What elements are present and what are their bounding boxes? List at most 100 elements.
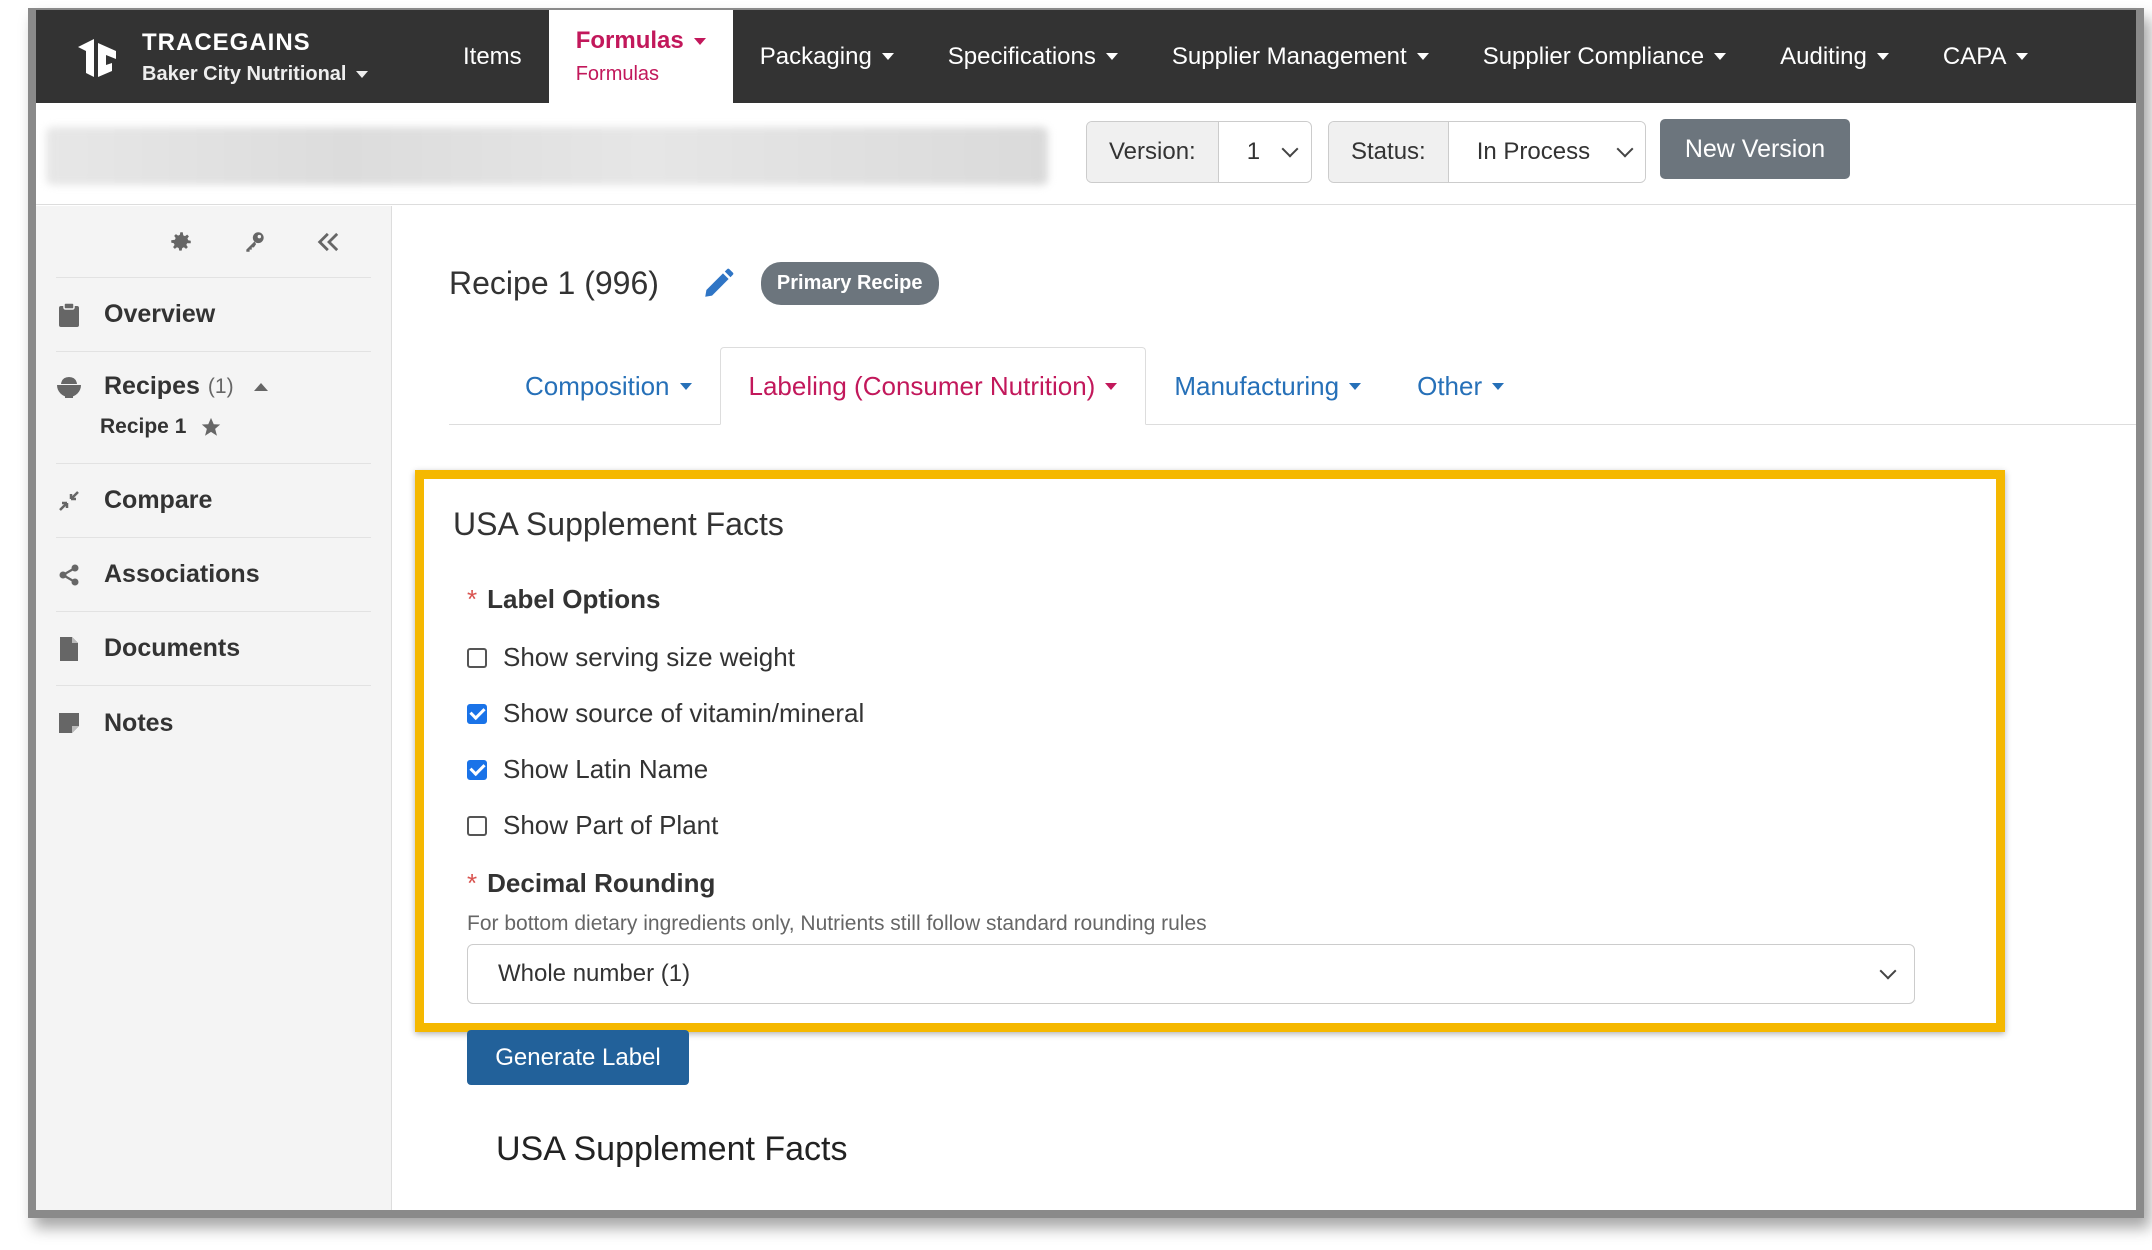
version-bar: Version: 1 Status: In Process New Versio… [36,103,2136,205]
chevron-down-icon [679,382,692,390]
brand[interactable]: TRACEGAINS Baker City Nutritional [72,20,369,95]
divider [449,1216,2136,1217]
nav-formulas-label: Formulas [575,27,684,54]
new-version-button[interactable]: New Version [1660,119,1850,179]
nav-label: Supplier Management [1171,42,1407,70]
checkbox-label: Show source of vitamin/mineral [503,698,865,728]
sidebar-item-label: Overview [104,300,216,328]
status-select[interactable]: In Process [1448,122,1645,182]
brand-name: TRACEGAINS [142,29,311,56]
recipes-count: (1) [207,374,234,398]
sidebar-item-notes[interactable]: Notes [56,686,371,760]
nav-label: Supplier Compliance [1482,42,1705,70]
checkbox[interactable] [467,815,487,836]
checkbox-label: Show Latin Name [503,754,709,784]
recipe-header: Recipe 1 (996) Primary Recipe [449,262,939,305]
checkbox[interactable] [467,703,487,724]
chevron-down-icon [1492,382,1505,390]
checkbox-label: Show serving size weight [503,642,795,672]
org-name: Baker City Nutritional [142,63,347,85]
sidebar-item-documents[interactable]: Documents [56,612,371,686]
sidebar-item-compare[interactable]: Compare [56,464,371,538]
sidebar-item-label: Associations [104,560,260,588]
version-label: Version: [1087,122,1219,182]
caret-up-icon[interactable] [253,382,268,391]
file-icon [56,636,82,662]
nav-label: Packaging [759,42,872,70]
nav-specifications[interactable]: Specifications [921,10,1145,103]
app-window: TRACEGAINS Baker City Nutritional Items … [28,8,2144,1218]
section-title: USA Supplement Facts [453,506,784,542]
option-source-vitamin-mineral[interactable]: Show source of vitamin/mineral [467,698,864,729]
sidebar-item-label: Notes [104,708,174,737]
sidebar-item-overview[interactable]: Overview [56,278,371,352]
chevron-down-icon [1105,53,1118,60]
version-select-group[interactable]: Version: 1 [1086,121,1312,183]
status-label: Status: [1329,122,1449,182]
sidebar-item-recipes[interactable]: Recipes (1) Recipe 1 [56,352,371,464]
sidebar: Overview Recipes (1) Recipe 1 Compare As… [36,206,392,1210]
status-select-group[interactable]: Status: In Process [1328,121,1646,183]
nav-formulas-sub[interactable]: Formulas [576,63,659,86]
pencil-icon[interactable] [701,267,735,301]
chevron-down-icon [1879,962,1897,980]
rounding-help-text: For bottom dietary ingredients only, Nut… [467,912,1207,935]
chevron-down-icon [1105,382,1118,390]
nav-auditing[interactable]: Auditing [1753,10,1916,103]
nav-label: Auditing [1780,42,1867,70]
org-switcher[interactable]: Baker City Nutritional [142,63,369,86]
required-asterisk: * [467,584,478,614]
bowl-icon [56,374,82,400]
share-icon [56,562,82,588]
tab-bar: Composition Labeling (Consumer Nutrition… [449,346,2136,425]
tab-labeling[interactable]: Labeling (Consumer Nutrition) [719,347,1147,425]
nav-supplier-management[interactable]: Supplier Management [1145,10,1456,103]
key-icon[interactable] [241,228,269,256]
tab-label: Manufacturing [1174,370,1340,401]
top-navbar: TRACEGAINS Baker City Nutritional Items … [36,10,2136,103]
label-options-text: Label Options [487,584,661,614]
decimal-rounding-text: Decimal Rounding [487,868,716,898]
chevron-down-icon [1281,140,1299,158]
option-serving-size-weight[interactable]: Show serving size weight [467,642,795,673]
label-options-label: * Label Options [467,584,660,615]
chevron-down-icon [1876,53,1889,60]
version-select[interactable]: 1 [1218,122,1311,182]
generate-label-button[interactable]: Generate Label [467,1030,689,1085]
tab-composition[interactable]: Composition [497,348,720,424]
sidebar-item-label: Compare [104,486,213,514]
chevron-down-icon [356,71,369,79]
nav-supplier-compliance[interactable]: Supplier Compliance [1456,10,1753,103]
nav-packaging[interactable]: Packaging [733,10,921,103]
tab-label: Labeling (Consumer Nutrition) [748,370,1096,401]
sidebar-item-label: Documents [104,634,241,662]
tab-label: Composition [525,370,670,401]
supplement-facts-heading: USA Supplement Facts [496,1130,848,1168]
status-value: In Process [1476,138,1591,165]
gear-icon[interactable] [167,228,195,256]
chevron-down-icon [1416,53,1429,60]
tab-label: Other [1417,370,1483,401]
checkbox[interactable] [467,759,487,780]
tab-manufacturing[interactable]: Manufacturing [1146,348,1389,424]
nav-items[interactable]: Items [436,10,549,103]
checkbox[interactable] [467,647,487,668]
sidebar-item-associations[interactable]: Associations [56,538,371,612]
tracegains-logo-icon [78,38,116,77]
collapse-icon[interactable] [315,228,343,256]
nav-capa[interactable]: CAPA [1916,10,2056,103]
decimal-rounding-select[interactable]: Whole number (1) [467,944,1915,1004]
option-latin-name[interactable]: Show Latin Name [467,754,708,785]
tab-other[interactable]: Other [1389,348,1532,424]
nav-label: CAPA [1942,42,2007,70]
main-content: Recipe 1 (996) Primary Recipe Compositio… [393,206,2136,1210]
sidebar-toolbar [56,206,371,278]
nav-formulas[interactable]: Formulas Formulas [548,10,733,103]
blurred-formula-title [46,127,1048,185]
chevron-down-icon [1714,53,1727,60]
required-asterisk: * [467,868,478,898]
option-part-of-plant[interactable]: Show Part of Plant [467,810,718,841]
sidebar-recipe-1[interactable]: Recipe 1 [100,415,371,439]
chevron-down-icon [881,53,894,60]
star-icon [202,417,221,436]
